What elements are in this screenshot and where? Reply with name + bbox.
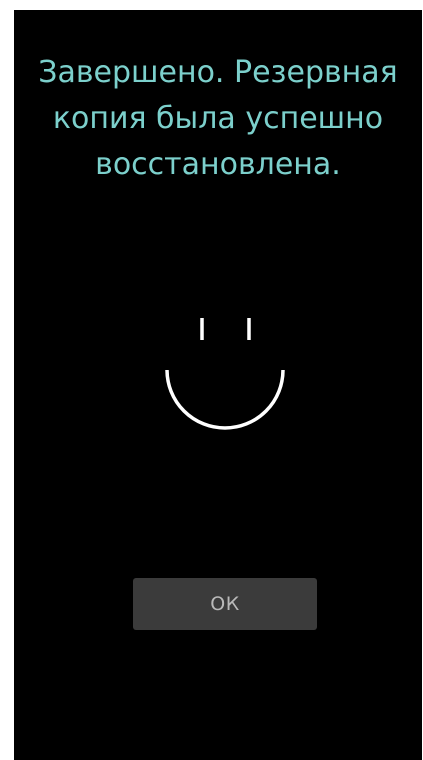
completion-message-line-1: Завершено. Резервная — [38, 55, 398, 90]
completion-message-line-3: восстановлена. — [95, 147, 341, 182]
smile-mouth — [165, 369, 285, 430]
restore-complete-screen: Завершено. Резервная копия была успешно … — [14, 10, 422, 760]
completion-message: Завершено. Резервная копия была успешно … — [14, 50, 422, 188]
completion-message-line-2: копия была успешно — [52, 101, 384, 136]
smiley-face-icon — [165, 318, 285, 430]
ok-button[interactable]: ОК — [133, 578, 317, 630]
